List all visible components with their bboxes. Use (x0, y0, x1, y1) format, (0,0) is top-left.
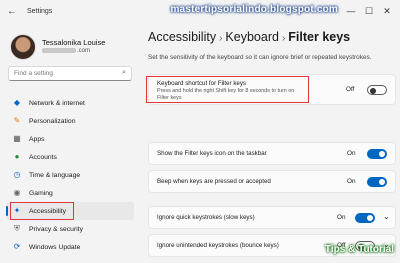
breadcrumb-separator: › (281, 33, 286, 44)
app-title: Settings (27, 8, 53, 15)
sidebar-item-accounts[interactable]: ● Accounts (6, 148, 134, 166)
sidebar-item-windows-update[interactable]: ⟳ Windows Update (6, 238, 134, 256)
breadcrumb-separator: › (219, 33, 223, 44)
sidebar-item-personalization[interactable]: ✎ Personalization (6, 112, 134, 130)
page-description: Set the sensitivity of the keyboard so i… (148, 54, 372, 61)
slow-keys-toggle[interactable] (355, 213, 375, 223)
sidebar-item-gaming[interactable]: ◉ Gaming (6, 184, 134, 202)
highlight-box (146, 76, 309, 103)
chevron-down-icon[interactable]: ⌄ (383, 212, 390, 221)
avatar[interactable] (10, 34, 36, 60)
sidebar-item-label: Time & language (29, 171, 81, 179)
sidebar-item-apps[interactable]: ▦ Apps (6, 130, 134, 148)
toggle-knob (379, 151, 385, 157)
setting-state: On (347, 178, 356, 185)
sidebar-item-label: Privacy & security (29, 225, 84, 233)
taskbar-icon-toggle[interactable] (367, 149, 387, 159)
title-bar: ← Settings mastertipsorialindo.blogspot.… (0, 0, 400, 26)
user-email-suffix: .com (77, 48, 91, 55)
sidebar-item-time-language[interactable]: ◷ Time & language (6, 166, 134, 184)
person-icon: ● (14, 152, 20, 161)
maximize-button[interactable]: ☐ (360, 2, 378, 20)
toggle-knob (379, 179, 385, 185)
sidebar-item-label: Network & internet (29, 99, 85, 107)
setting-title: Show the Filter keys icon on the taskbar (157, 150, 267, 157)
controller-icon: ◉ (13, 188, 21, 197)
breadcrumb-accessibility[interactable]: Accessibility (148, 30, 216, 44)
search-icon[interactable]: ⌕ (122, 69, 126, 77)
clock-icon: ◷ (13, 170, 21, 179)
setting-card-taskbar-icon[interactable]: Show the Filter keys icon on the taskbar… (148, 142, 396, 165)
setting-title: Ignore quick keystrokes (slow keys) (157, 214, 255, 221)
apps-icon: ▦ (13, 134, 21, 143)
setting-state: Off (346, 86, 355, 93)
close-button[interactable]: ✕ (378, 2, 396, 20)
setting-state: On (347, 150, 356, 157)
sidebar-item-label: Windows Update (29, 243, 81, 251)
update-icon: ⟳ (13, 242, 21, 251)
setting-card-slow-keys[interactable]: Ignore quick keystrokes (slow keys) On ⌄ (148, 206, 396, 229)
email-redaction (42, 48, 76, 53)
sidebar-item-label: Accounts (29, 153, 57, 161)
breadcrumb-keyboard[interactable]: Keyboard (225, 30, 279, 44)
brush-icon: ✎ (13, 116, 21, 125)
toggle-knob (367, 215, 373, 221)
user-name: Tessalonika Louise (42, 38, 106, 47)
search-input[interactable]: Find a setting ⌕ (8, 66, 132, 81)
back-arrow-icon[interactable]: ← (7, 6, 17, 17)
setting-title: Beep when keys are pressed or accepted (157, 178, 271, 185)
sidebar-item-label: Apps (29, 135, 45, 143)
selection-indicator (6, 206, 8, 216)
minimize-button[interactable]: — (342, 2, 360, 20)
setting-state: On (337, 214, 346, 221)
sidebar-item-label: Personalization (29, 117, 76, 125)
page-title: Filter keys (288, 30, 351, 44)
setting-title: Ignore unintended keystrokes (bounce key… (157, 242, 279, 249)
setting-card-beep[interactable]: Beep when keys are pressed or accepted O… (148, 170, 396, 193)
sidebar: Tessalonika Louise .com Find a setting ⌕… (0, 26, 140, 263)
watermark-top: mastertipsorialindo.blogspot.com (170, 4, 338, 15)
sidebar-item-label: Gaming (29, 189, 53, 197)
sidebar-item-privacy[interactable]: ⛨ Privacy & security (6, 220, 134, 238)
watermark-bottom: Tips & Tutorial (324, 244, 394, 255)
highlight-box (10, 202, 74, 220)
beep-toggle[interactable] (367, 177, 387, 187)
breadcrumb: Accessibility › Keyboard › Filter keys (148, 30, 350, 44)
search-placeholder: Find a setting (14, 70, 54, 77)
settings-window: ← Settings mastertipsorialindo.blogspot.… (0, 0, 400, 263)
sidebar-item-network[interactable]: ◆ Network & internet (6, 94, 134, 112)
sidebar-nav: ◆ Network & internet ✎ Personalization ▦… (6, 94, 134, 256)
wifi-icon: ◆ (13, 98, 21, 107)
shield-icon: ⛨ (14, 224, 20, 233)
shortcut-toggle[interactable] (367, 85, 387, 95)
main-content: Accessibility › Keyboard › Filter keys Set t… (140, 26, 400, 263)
toggle-knob (370, 87, 376, 94)
sidebar-item-accessibility[interactable]: ✦ Accessibility (6, 202, 134, 220)
user-email: .com (42, 48, 90, 54)
